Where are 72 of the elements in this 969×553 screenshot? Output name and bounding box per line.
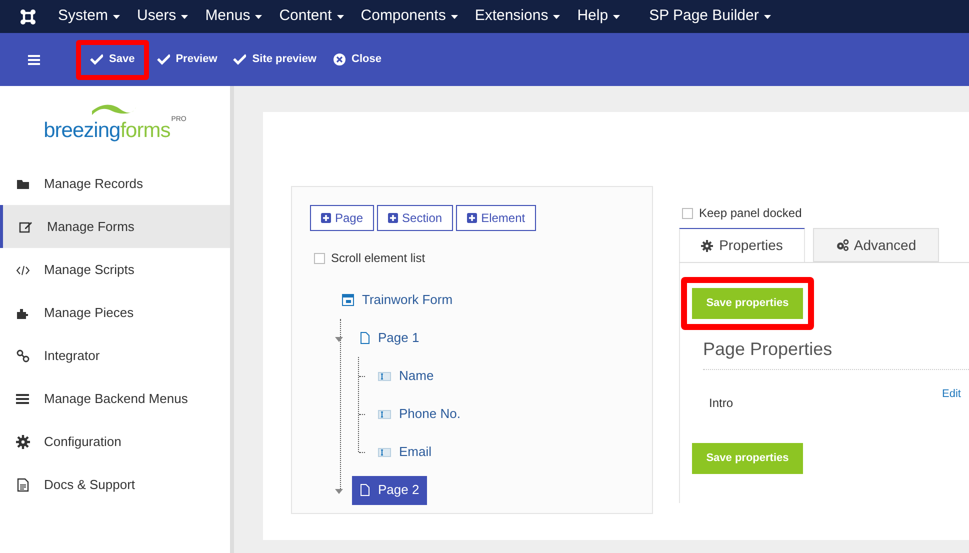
logo-text: breezing (44, 118, 120, 144)
settings-icon (16, 434, 30, 448)
logo-text: forms (120, 118, 170, 144)
gears-icon (836, 239, 849, 251)
collapse-arrow-icon (335, 489, 343, 494)
menu-item[interactable]: SP Page Builder (649, 5, 771, 28)
menu-item[interactable]: Users (137, 5, 188, 28)
toolbar-button[interactable]: Close (324, 40, 390, 80)
tree-item[interactable]: Phone No. (370, 400, 468, 428)
caret-icon (255, 14, 262, 18)
menu-item[interactable]: Components (360, 5, 458, 28)
text-field-icon (378, 448, 391, 456)
collapse-arrow-icon (335, 337, 343, 342)
sidebar-item[interactable]: Configuration (0, 420, 230, 463)
caret-icon (613, 14, 620, 18)
menu-icon (28, 54, 40, 64)
sidebar-item[interactable]: Manage Pieces (0, 291, 230, 334)
check-icon (90, 53, 103, 66)
menu-item[interactable]: Help (577, 5, 620, 28)
add-button[interactable]: Element (456, 205, 536, 231)
sidebar-item[interactable]: Manage Forms (0, 205, 230, 248)
toolbar-button[interactable]: Preview (148, 40, 226, 80)
close-icon (332, 53, 346, 66)
checkbox-label: Keep panel docked (699, 205, 802, 222)
menu-item[interactable]: Extensions (474, 5, 560, 28)
plus-icon (321, 213, 331, 223)
caret-icon (450, 14, 458, 18)
page-icon (360, 332, 370, 344)
tree-item[interactable]: Name (370, 362, 442, 390)
caret-icon (113, 14, 120, 18)
edit-icon (19, 220, 33, 234)
checkbox[interactable] (314, 252, 325, 264)
menu-item[interactable]: System (58, 5, 120, 28)
joomla-logo-icon (20, 8, 36, 24)
caret-icon (181, 14, 188, 18)
section-heading: Page Properties (703, 336, 969, 370)
plus-icon (467, 213, 478, 223)
tab[interactable]: Properties (679, 228, 805, 262)
list-icon (16, 392, 30, 406)
tree-item[interactable]: Page 1 (352, 324, 428, 352)
sidebar-item[interactable]: Manage Records (0, 162, 230, 205)
sidebar-item[interactable]: Docs & Support (0, 463, 230, 506)
link-icon (16, 348, 30, 362)
toolbar-button[interactable]: Save (76, 40, 149, 80)
plus-icon (388, 213, 398, 223)
document-icon (16, 478, 30, 492)
check-icon (156, 53, 170, 66)
sidebar-item[interactable]: Manage Backend Menus (0, 377, 230, 420)
sidebar-item[interactable]: Manage Scripts (0, 248, 230, 291)
menu-item[interactable]: Content (279, 5, 344, 28)
checkbox[interactable] (682, 208, 693, 218)
toolbar-button[interactable]: Site preview (225, 40, 324, 80)
tab[interactable]: Advanced (813, 228, 939, 262)
caret-icon (553, 14, 560, 18)
page-icon (360, 484, 370, 496)
add-button[interactable]: Page (310, 205, 374, 231)
form-icon (342, 294, 354, 306)
caret-icon (336, 14, 344, 18)
text-field-icon (378, 372, 391, 380)
check-icon (233, 53, 246, 66)
tree-item[interactable]: Trainwork Form (334, 286, 461, 314)
caret-icon (764, 14, 771, 18)
add-button[interactable]: Section (377, 205, 454, 231)
tree-item[interactable]: Email (370, 438, 440, 466)
settings-icon (701, 240, 714, 252)
checkbox-label: Scroll element list (331, 250, 426, 267)
sidebar-item[interactable]: Integrator (0, 334, 230, 377)
property-label: Intro (709, 395, 734, 412)
text-field-icon (378, 410, 391, 418)
edit-link[interactable]: Edit (942, 386, 961, 412)
tree-item[interactable]: Page 2 (352, 476, 428, 504)
menu-item[interactable]: Menus (205, 5, 262, 28)
